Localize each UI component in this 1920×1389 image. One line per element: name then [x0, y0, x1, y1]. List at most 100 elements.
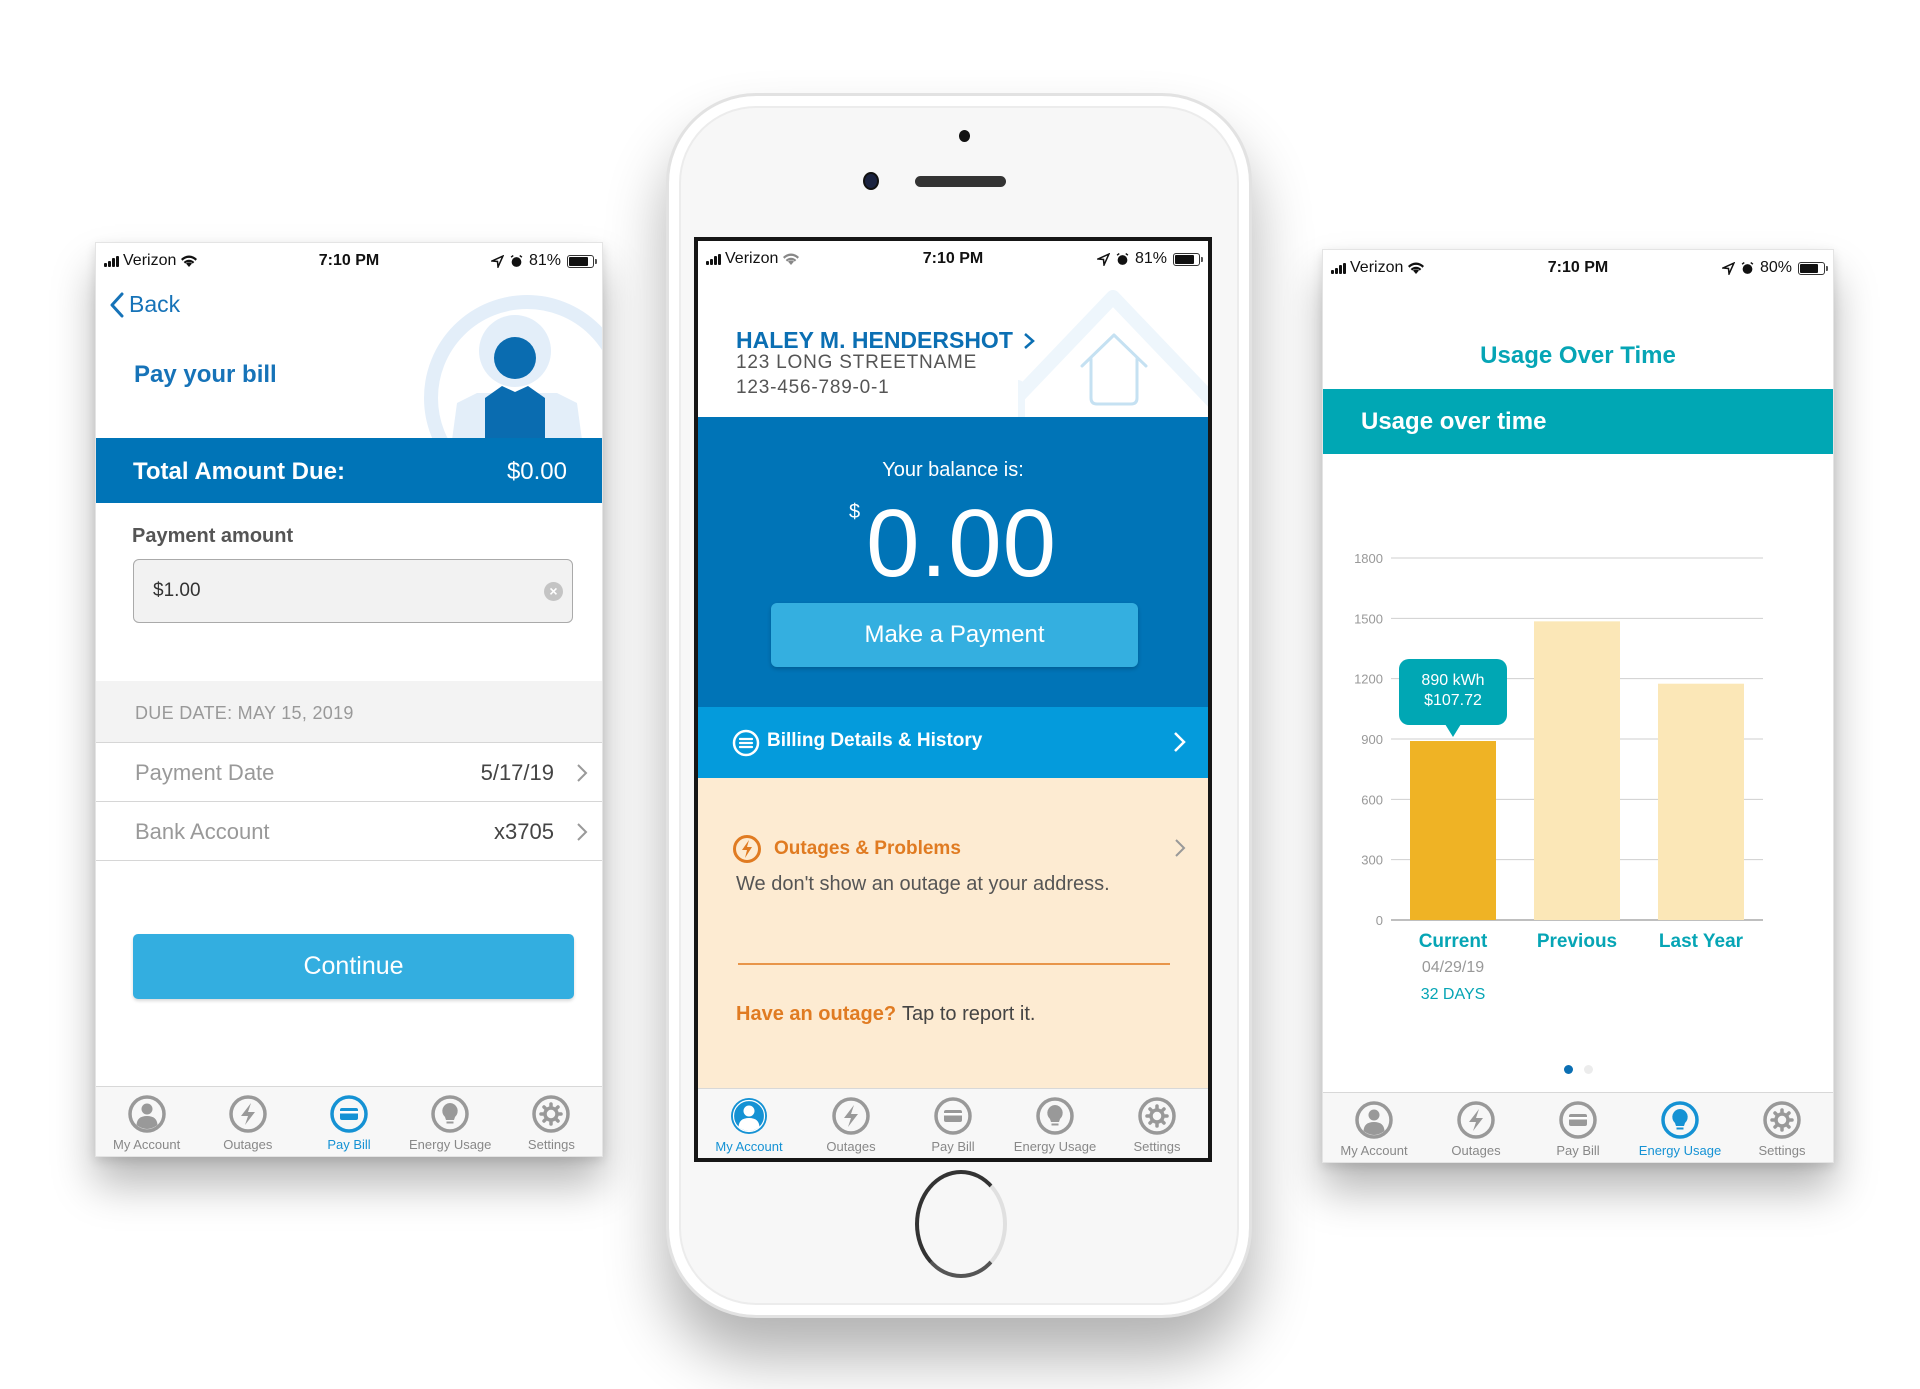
outages-section: Outages & Problems We don't show an outa…	[698, 778, 1208, 1088]
tab-label: Outages	[1451, 1143, 1501, 1158]
tab-settings[interactable]: Settings	[1106, 1089, 1208, 1158]
row-label: Bank Account	[135, 819, 270, 844]
lightbulb-icon	[431, 1095, 469, 1133]
chevron-right-icon	[577, 823, 588, 841]
y-tick-label: 1200	[1354, 672, 1383, 687]
tab-outages[interactable]: Outages	[800, 1089, 902, 1158]
continue-button[interactable]: Continue	[133, 934, 574, 999]
location-icon	[1096, 252, 1110, 266]
total-due-value: $0.00	[506, 458, 567, 485]
balance-value: 0.00	[866, 490, 1057, 597]
current-period-date: 04/29/19	[1421, 959, 1485, 976]
billing-details-link[interactable]: Billing Details & History	[698, 707, 1208, 778]
bar-previous[interactable]	[1534, 621, 1620, 920]
tab-label: Energy Usage	[409, 1137, 492, 1152]
my-account-screen: Verizon 7:10 PM 81% HALEY M. HENDERSHOT …	[694, 237, 1212, 1162]
account-icon	[127, 1095, 166, 1133]
tab-outages[interactable]: Outages	[1425, 1093, 1527, 1162]
payment-amount-input[interactable]	[153, 560, 513, 622]
tab-label: Settings	[527, 1137, 575, 1152]
back-label: Back	[129, 291, 181, 317]
account-icon	[1355, 1101, 1393, 1139]
bank-account-row[interactable]: Bank Account x3705	[96, 801, 602, 861]
tab-my-account[interactable]: My Account	[96, 1087, 197, 1156]
tab-pay-bill[interactable]: Pay Bill	[902, 1089, 1004, 1158]
outages-link[interactable]: Outages & Problems	[732, 834, 961, 864]
tab-bar: My Account Outages Pay Bill Energy Usage Set…	[698, 1088, 1208, 1158]
lightbulb-icon	[1036, 1097, 1074, 1135]
outage-status-message: We don't show an outage at your address.	[736, 873, 1110, 895]
current-period-days: 32 DAYS	[1420, 986, 1486, 1003]
section-title: Usage over time	[1361, 408, 1547, 435]
chevron-right-icon[interactable]	[1174, 838, 1186, 858]
tab-outages[interactable]: Outages	[197, 1087, 298, 1156]
tab-bar: My Account Outages Pay Bill Energy Usage Set…	[96, 1086, 602, 1156]
battery-icon	[1173, 252, 1203, 266]
lightning-icon	[229, 1095, 267, 1133]
balance-amount: $0.00	[698, 489, 1208, 599]
payment-date-row[interactable]: Payment Date 5/17/19	[96, 742, 602, 802]
account-number: 123-456-789-0-1	[736, 377, 890, 398]
page-dot[interactable]	[1563, 1065, 1573, 1074]
row-value: 5/17/19	[480, 760, 554, 785]
back-button[interactable]: Back	[109, 291, 180, 318]
row-value: x3705	[494, 819, 554, 844]
card-icon	[330, 1095, 368, 1133]
tab-label: Settings	[1758, 1143, 1806, 1158]
account-name-link[interactable]: HALEY M. HENDERSHOT	[736, 327, 1035, 354]
battery-percent: 81%	[1134, 250, 1167, 267]
battery-percent: 81%	[528, 252, 561, 269]
payment-amount-field[interactable]: ×	[133, 559, 573, 623]
row-label: Payment Date	[135, 760, 275, 785]
report-question: Have an outage?	[736, 1003, 897, 1025]
chevron-right-icon	[577, 764, 588, 782]
page-title: Pay your bill	[134, 361, 277, 388]
tab-bar: My Account Outages Pay Bill Energy Usage Set…	[1323, 1092, 1833, 1162]
card-icon	[934, 1097, 972, 1135]
clear-input-icon[interactable]: ×	[544, 582, 563, 601]
bar-current[interactable]	[1410, 741, 1496, 920]
total-amount-due-banner: Total Amount Due: $0.00	[96, 438, 602, 503]
tab-settings[interactable]: Settings	[1731, 1093, 1833, 1162]
tab-energy-usage[interactable]: Energy Usage	[1629, 1093, 1731, 1162]
energy-usage-screen: Verizon 7:10 PM 80% Usage Over Time Usag…	[1322, 249, 1834, 1163]
account-header: HALEY M. HENDERSHOT 123 LONG STREETNAME …	[698, 277, 1208, 421]
tab-energy-usage[interactable]: Energy Usage	[400, 1087, 501, 1156]
usage-bar-chart[interactable]: 0 300 600 900 1200 1500 1800	[1323, 525, 1834, 925]
chart-tooltip: 890 kWh $107.72	[1399, 659, 1507, 737]
tab-label: My Account	[715, 1139, 783, 1154]
alarm-icon	[1741, 261, 1754, 274]
account-icon	[731, 1098, 767, 1134]
tab-pay-bill[interactable]: Pay Bill	[298, 1087, 399, 1156]
x-tick-label: Previous	[1536, 931, 1618, 952]
page-dot[interactable]	[1583, 1065, 1593, 1074]
account-name: HALEY M. HENDERSHOT	[736, 327, 1013, 353]
make-payment-button[interactable]: Make a Payment	[771, 603, 1138, 667]
payment-amount-label: Payment amount	[132, 525, 294, 547]
report-outage-link[interactable]: Have an outage? Tap to report it.	[736, 1003, 1035, 1026]
card-icon	[1559, 1101, 1597, 1139]
tab-pay-bill[interactable]: Pay Bill	[1527, 1093, 1629, 1162]
x-tick-label: Last Year	[1658, 931, 1744, 952]
bar-last-year[interactable]	[1658, 683, 1744, 920]
tab-settings[interactable]: Settings	[501, 1087, 602, 1156]
status-bar: Verizon 7:10 PM 81%	[96, 243, 602, 279]
page-indicator[interactable]	[1323, 1065, 1833, 1074]
tab-label: Pay Bill	[1556, 1143, 1600, 1158]
home-button[interactable]	[915, 1170, 1007, 1278]
tab-my-account[interactable]: My Account	[698, 1089, 800, 1158]
pay-bill-screen: Verizon 7:10 PM 81% Back Pay your bill T…	[95, 242, 603, 1157]
location-icon	[1721, 261, 1735, 275]
lightbulb-icon	[1661, 1101, 1699, 1139]
tab-energy-usage[interactable]: Energy Usage	[1004, 1089, 1106, 1158]
tab-label: Energy Usage	[1638, 1143, 1722, 1158]
house-illustration-icon	[1018, 290, 1208, 421]
battery-percent: 80%	[1759, 259, 1792, 276]
gear-icon	[532, 1095, 571, 1133]
x-tick-label: Current	[1418, 931, 1488, 952]
location-icon	[490, 254, 504, 268]
tab-my-account[interactable]: My Account	[1323, 1093, 1425, 1162]
outages-title: Outages & Problems	[774, 838, 961, 859]
tooltip-kwh: 890 kWh	[1421, 672, 1485, 689]
list-icon	[732, 729, 760, 757]
